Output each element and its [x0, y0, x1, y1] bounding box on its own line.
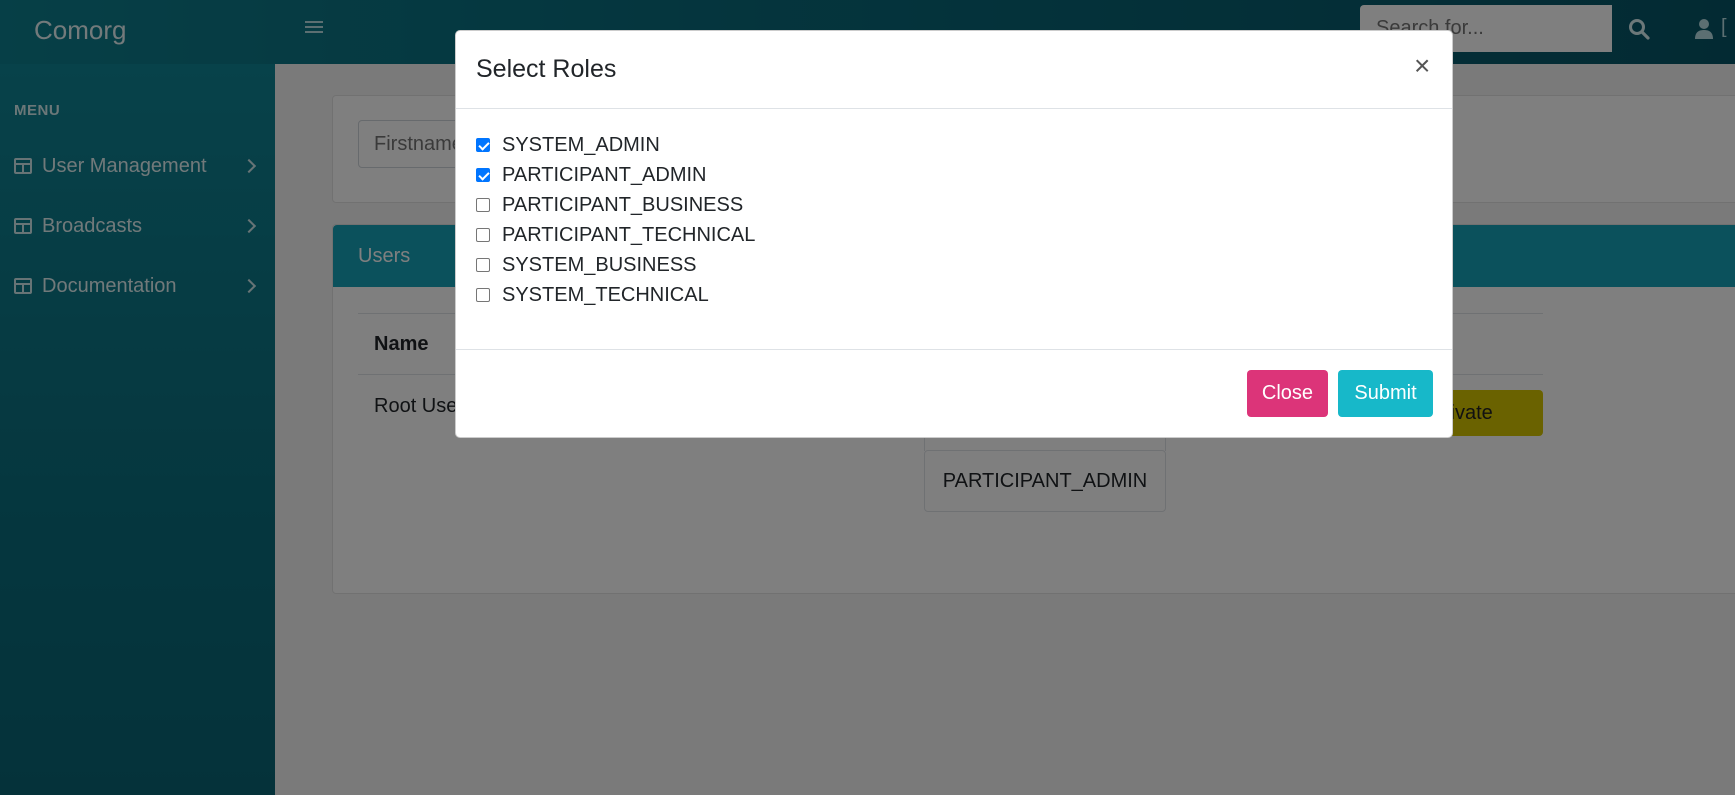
- role-checkbox[interactable]: [476, 198, 490, 212]
- modal-header: Select Roles ×: [456, 31, 1452, 109]
- role-option-system-technical[interactable]: SYSTEM_TECHNICAL: [476, 280, 709, 310]
- role-option-participant-admin[interactable]: PARTICIPANT_ADMIN: [476, 160, 706, 190]
- role-option-label: SYSTEM_TECHNICAL: [502, 283, 709, 306]
- role-option-label: PARTICIPANT_ADMIN: [502, 163, 707, 186]
- role-option-label: SYSTEM_ADMIN: [502, 133, 660, 156]
- modal-footer: Close Submit: [456, 349, 1452, 439]
- role-option-label: PARTICIPANT_TECHNICAL: [502, 223, 756, 246]
- role-option-label: PARTICIPANT_BUSINESS: [502, 193, 744, 216]
- role-option-system-admin[interactable]: SYSTEM_ADMIN: [476, 130, 660, 160]
- role-checkbox[interactable]: [476, 258, 490, 272]
- role-option-system-business[interactable]: SYSTEM_BUSINESS: [476, 250, 697, 280]
- close-icon[interactable]: ×: [1414, 52, 1430, 80]
- role-checkbox[interactable]: [476, 138, 490, 152]
- role-option-participant-business[interactable]: PARTICIPANT_BUSINESS: [476, 190, 743, 220]
- role-option-label: SYSTEM_BUSINESS: [502, 253, 697, 276]
- select-roles-modal: Select Roles × SYSTEM_ADMIN PARTICIPANT_…: [455, 30, 1453, 438]
- role-checkbox[interactable]: [476, 168, 490, 182]
- modal-body: SYSTEM_ADMIN PARTICIPANT_ADMIN PARTICIPA…: [456, 109, 1452, 379]
- modal-title: Select Roles: [476, 55, 617, 83]
- role-checkbox[interactable]: [476, 288, 490, 302]
- role-option-participant-technical[interactable]: PARTICIPANT_TECHNICAL: [476, 220, 755, 250]
- role-checkbox[interactable]: [476, 228, 490, 242]
- submit-button[interactable]: Submit: [1338, 370, 1433, 417]
- close-button[interactable]: Close: [1247, 370, 1328, 417]
